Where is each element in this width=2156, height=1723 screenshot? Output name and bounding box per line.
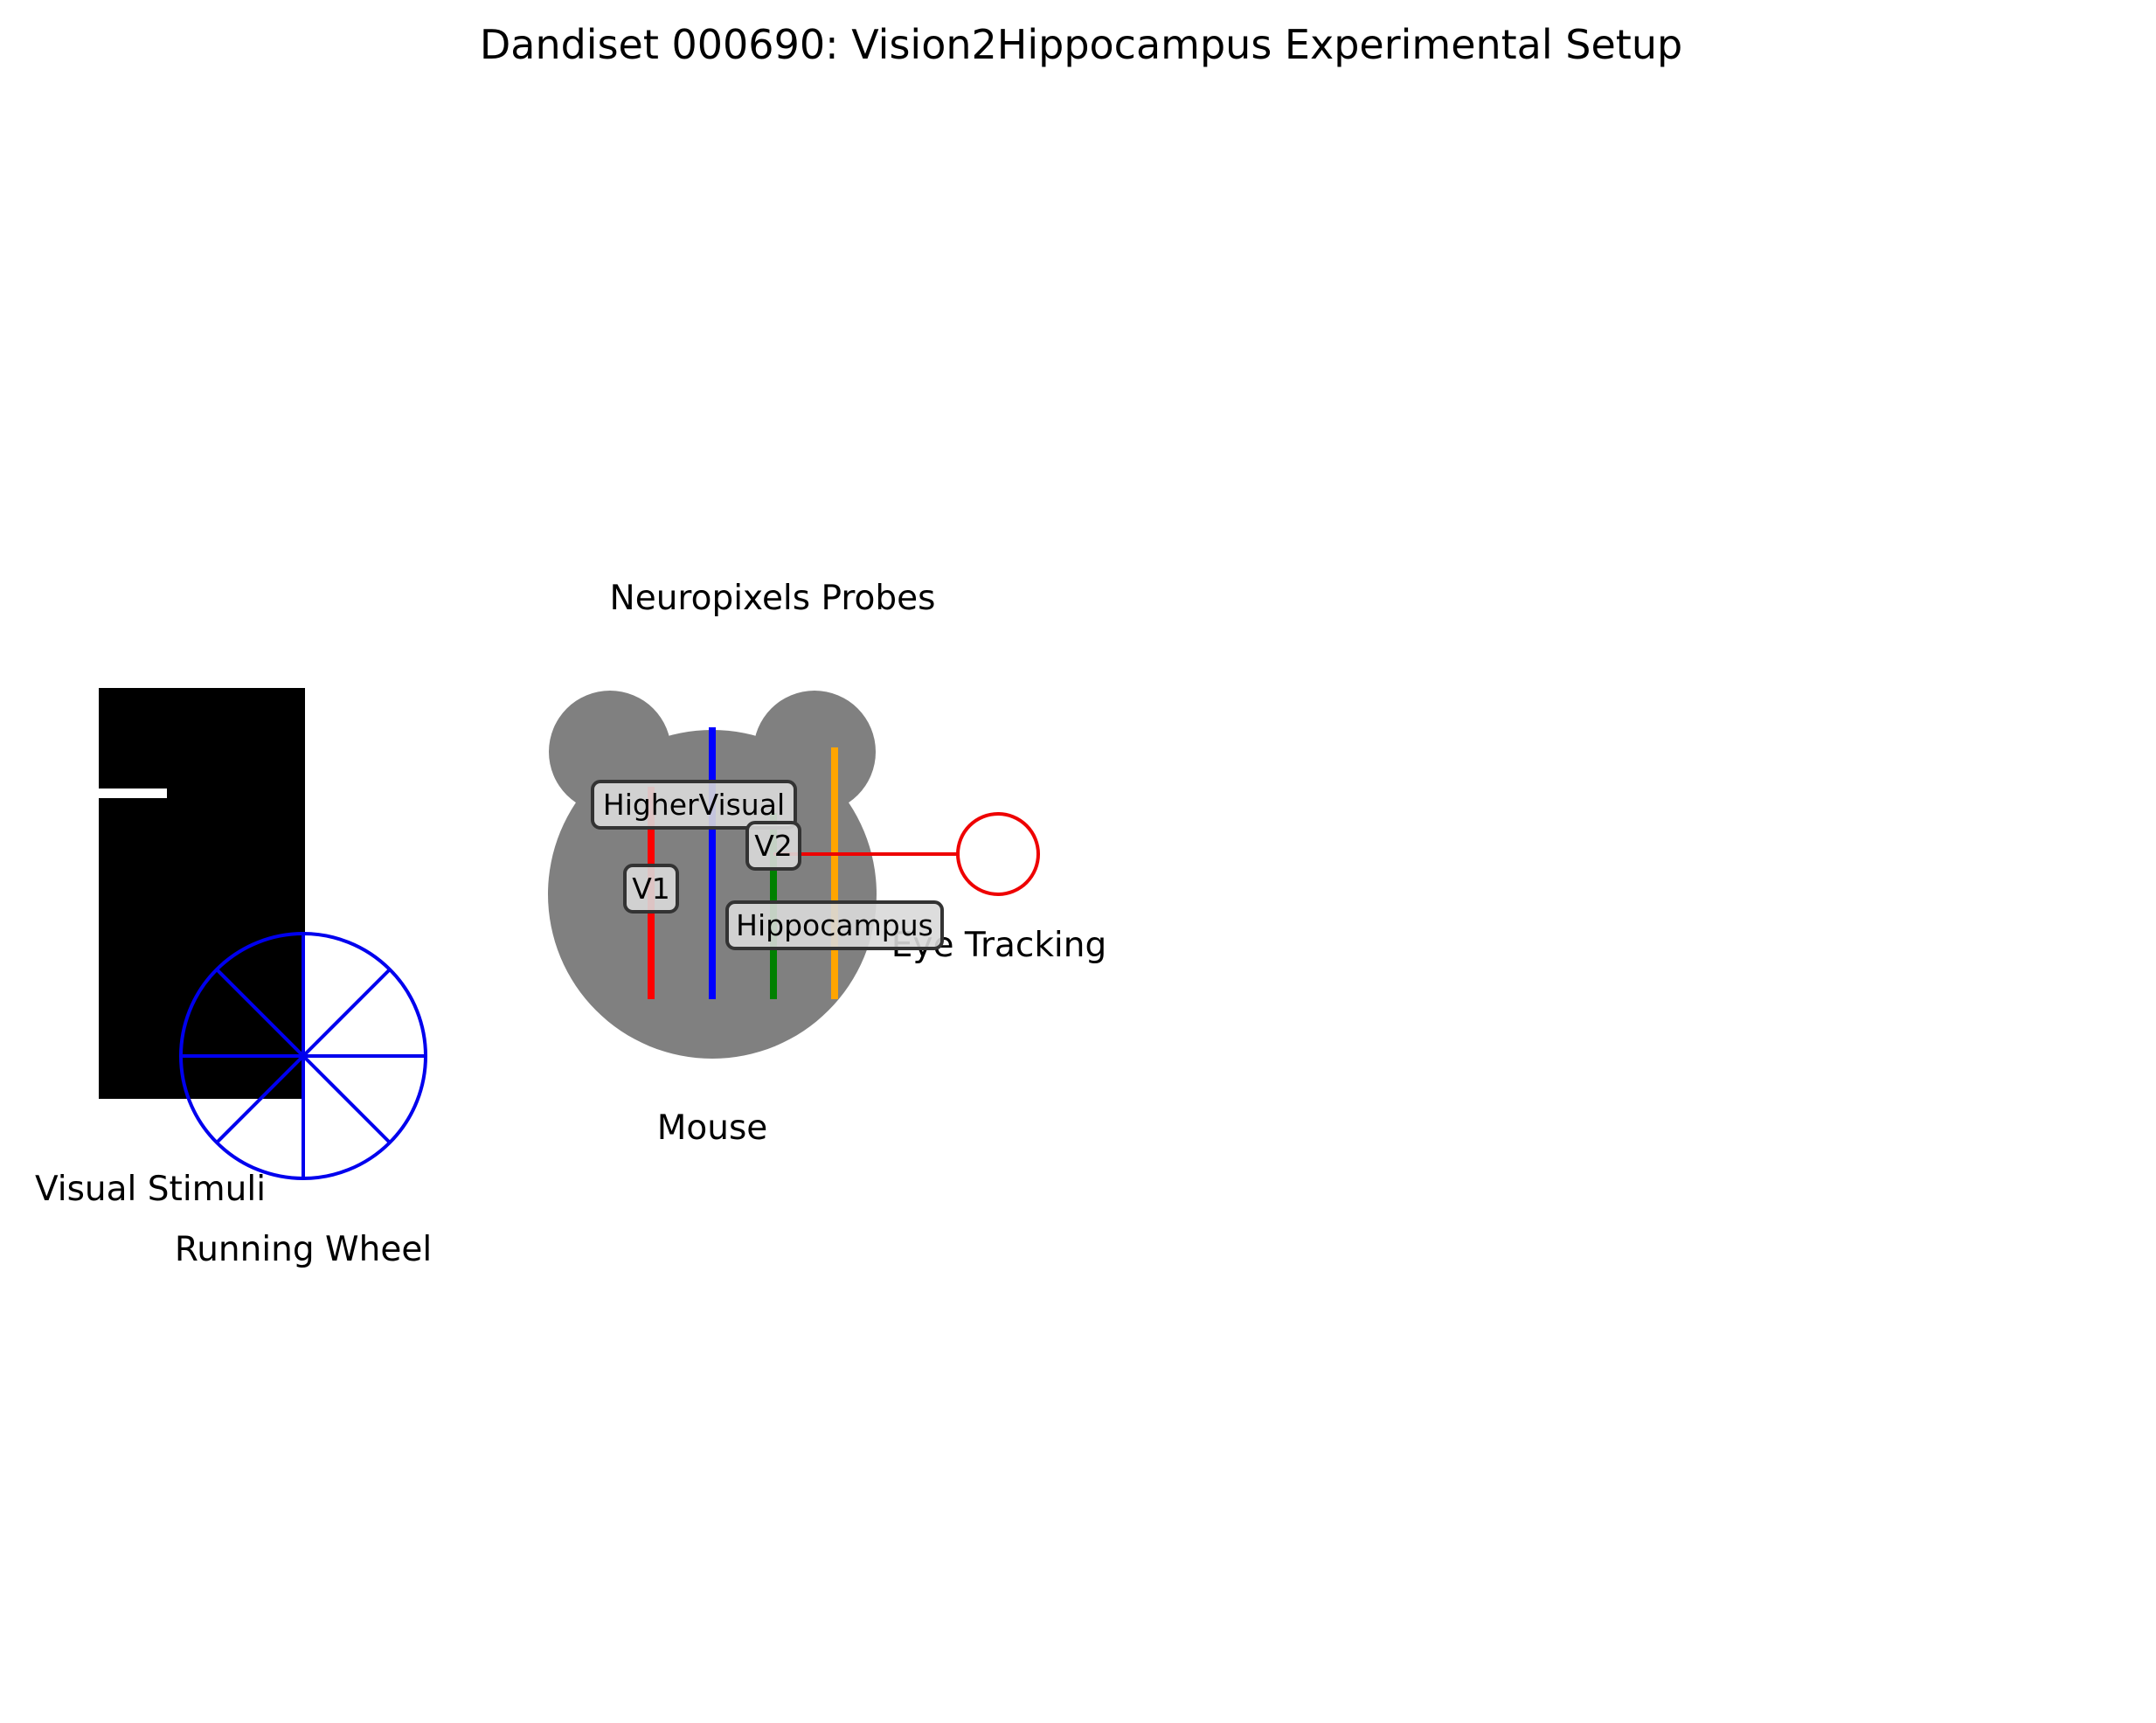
region-label-v1: V1 [623, 864, 679, 914]
region-label-hippocampus: Hippocampus [725, 900, 944, 950]
region-label-text: V1 [632, 872, 670, 906]
region-label-v2: V2 [745, 821, 801, 871]
screen-bar-stimulus [99, 789, 167, 798]
running-wheel [179, 932, 427, 1180]
region-label-text: HigherVisual [603, 788, 785, 822]
visual-stimuli-label: Visual Stimuli [35, 1170, 266, 1209]
visual-stimulus-screen [99, 688, 305, 1099]
region-label-text: Hippocampus [736, 908, 933, 942]
experimental-setup-diagram: Dandiset 000690: Vision2Hippocampus Expe… [35, 21, 1682, 1269]
mouse-label: Mouse [657, 1108, 768, 1148]
running-wheel-label: Running Wheel [175, 1230, 432, 1269]
eye-tracker-camera-icon [956, 812, 1040, 896]
wheel-spoke [302, 1054, 392, 1144]
figure-title: Dandiset 000690: Vision2Hippocampus Expe… [480, 21, 1682, 68]
wheel-spoke [302, 968, 392, 1058]
neuropixels-probes-label: Neuropixels Probes [610, 579, 936, 618]
screen-panel [99, 688, 305, 1099]
region-label-text: V2 [754, 829, 793, 863]
wheel-spokes [181, 934, 426, 1178]
